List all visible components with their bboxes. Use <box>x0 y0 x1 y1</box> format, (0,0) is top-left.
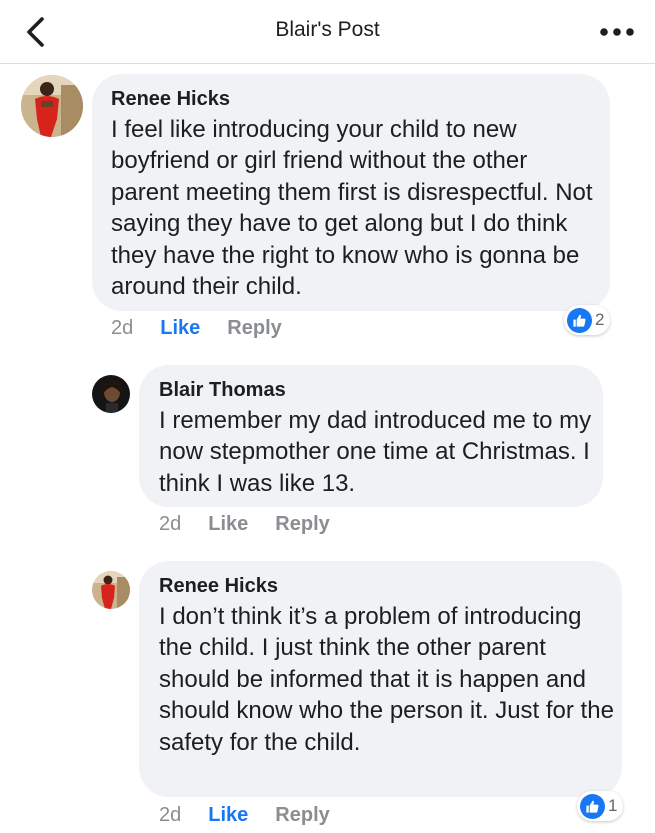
avatar[interactable] <box>92 375 130 413</box>
comment-actions: 2d Like Reply <box>111 317 282 340</box>
comment-timestamp[interactable]: 2d <box>159 804 181 826</box>
reaction-count: 2 <box>595 310 605 329</box>
comment-timestamp[interactable]: 2d <box>111 317 133 339</box>
comment-text: I don’t think it’s a problem of introduc… <box>159 603 614 756</box>
comment-text: I feel like introducing your child to ne… <box>111 116 593 301</box>
reply-button[interactable]: Reply <box>275 804 329 826</box>
reaction-count: 1 <box>608 796 618 815</box>
comment-timestamp[interactable]: 2d <box>159 513 181 535</box>
more-horizontal-icon <box>600 28 634 36</box>
comment-text: I remember my dad introduced me to my no… <box>159 407 592 497</box>
like-button[interactable]: Like <box>208 513 248 535</box>
like-button[interactable]: Like <box>160 317 200 339</box>
comment-actions: 2d Like Reply <box>159 804 330 827</box>
comment-author[interactable]: Blair Thomas <box>159 379 286 402</box>
comment-actions: 2d Like Reply <box>159 513 330 536</box>
avatar[interactable] <box>92 571 130 609</box>
more-options-button[interactable] <box>597 16 637 48</box>
like-button[interactable]: Like <box>208 804 248 826</box>
post-header: Blair's Post <box>0 0 655 64</box>
reaction-summary[interactable]: 1 <box>577 791 624 821</box>
reaction-summary[interactable]: 2 <box>564 305 611 335</box>
avatar[interactable] <box>21 75 83 137</box>
thumbs-up-icon <box>580 793 605 819</box>
comment-author[interactable]: Renee Hicks <box>159 575 278 598</box>
reply-button[interactable]: Reply <box>275 513 329 535</box>
thumbs-up-icon <box>567 307 592 333</box>
page-title: Blair's Post <box>275 18 380 41</box>
comment-author[interactable]: Renee Hicks <box>111 88 230 111</box>
reply-button[interactable]: Reply <box>227 317 281 339</box>
